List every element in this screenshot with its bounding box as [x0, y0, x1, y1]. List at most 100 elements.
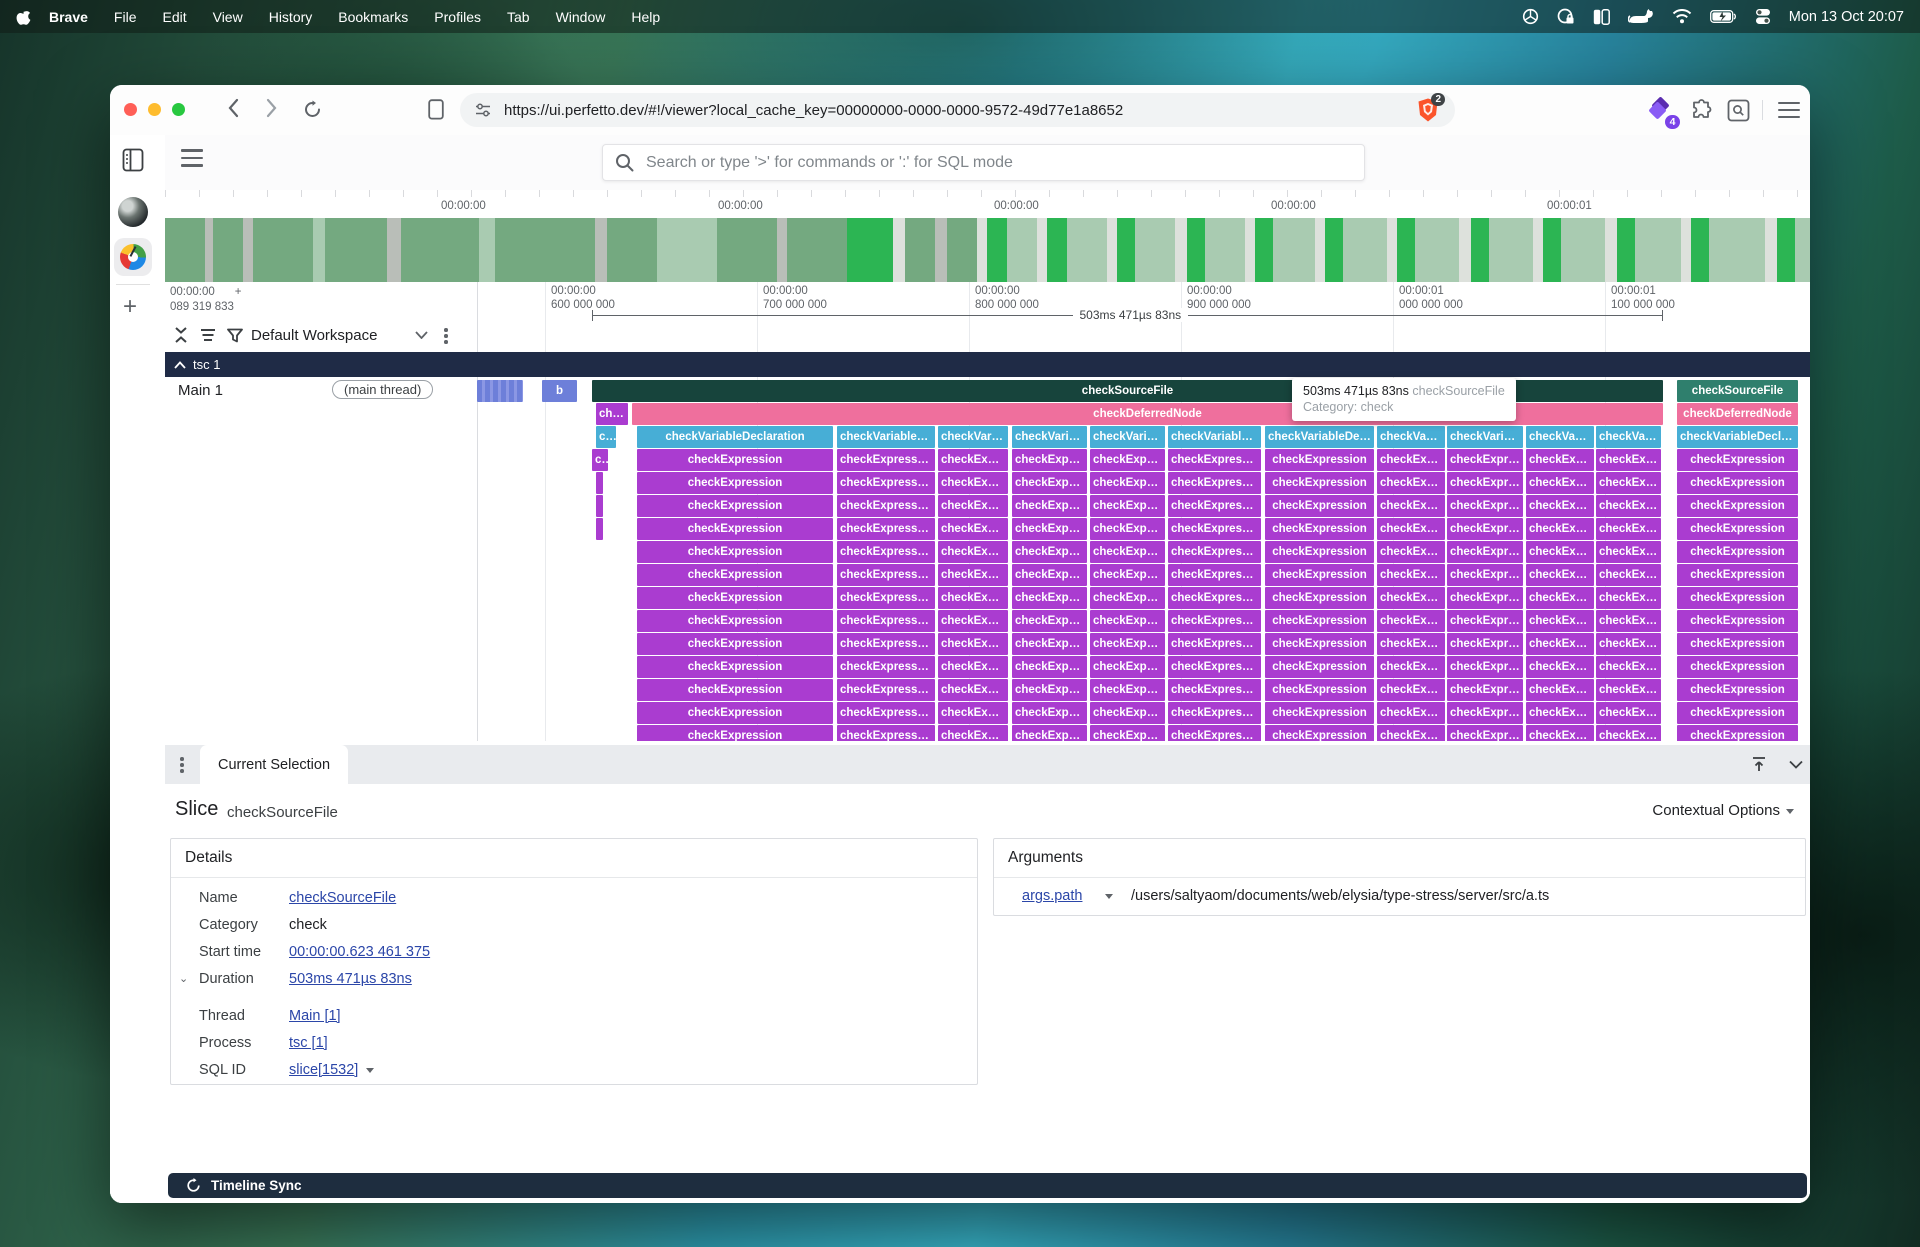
contextual-options-button[interactable]: Contextual Options	[1652, 802, 1794, 819]
flame-slice[interactable]: checkExpression	[1677, 725, 1798, 741]
tab-current-selection[interactable]: Current Selection	[200, 745, 348, 784]
menu-item-file[interactable]: File	[114, 9, 137, 25]
workspace-selector[interactable]: Default Workspace	[251, 327, 377, 344]
extensions-puzzle-icon[interactable]	[1690, 99, 1713, 122]
flame-slice[interactable]: checkExpression	[637, 472, 833, 494]
url-bar[interactable]: https://ui.perfetto.dev/#!/viewer?local_…	[460, 93, 1455, 127]
flame-slice[interactable]: checkExpression	[1526, 702, 1594, 724]
flame-slice[interactable]: checkExpression	[938, 495, 1008, 517]
flame-slice[interactable]: checkExpression	[1265, 472, 1374, 494]
menu-item-help[interactable]: Help	[631, 9, 660, 25]
menu-item-profiles[interactable]: Profiles	[434, 9, 481, 25]
collapse-all-icon[interactable]	[173, 326, 189, 344]
flame-slice[interactable]: checkExpression	[1265, 656, 1374, 678]
menu-item-bookmarks[interactable]: Bookmarks	[338, 9, 408, 25]
flame-slice[interactable]: checkExpression	[1090, 449, 1165, 471]
flame-slice[interactable]: checkExpression	[1677, 564, 1798, 586]
flame-slice[interactable]: checkExpression	[1447, 679, 1523, 701]
flame-slice[interactable]: checkExpression	[1012, 495, 1087, 517]
flame-slice[interactable]: checkExpression	[637, 495, 833, 517]
traffic-light-zoom[interactable]	[172, 103, 185, 116]
flame-slice[interactable]: checkExpression	[938, 518, 1008, 540]
flame-slice[interactable]: checkExpression	[1168, 610, 1261, 632]
flame-slice[interactable]: checkExpression	[1447, 449, 1523, 471]
flame-slice[interactable]: checkExpression	[837, 518, 935, 540]
flame-slice[interactable]: checkExpression	[1377, 702, 1445, 724]
apple-logo-icon[interactable]	[16, 8, 31, 26]
flame-slice[interactable]: checkExpression	[1090, 587, 1165, 609]
reload-button[interactable]	[303, 100, 322, 119]
flame-slice[interactable]: checkExpression	[1377, 449, 1445, 471]
flame-slice[interactable]	[596, 518, 603, 540]
flame-slice[interactable]: checkExpression	[1677, 449, 1798, 471]
flame-slice[interactable]: checkExpression	[1596, 679, 1661, 701]
overview-minimap[interactable]	[165, 218, 1810, 282]
flame-slice[interactable]: checkExpression	[1377, 587, 1445, 609]
site-settings-icon[interactable]	[474, 101, 492, 119]
flame-slice[interactable]: checkExpression	[837, 495, 935, 517]
flame-slice[interactable]: checkExpression	[1090, 518, 1165, 540]
flame-slice[interactable]: checkExpression	[1447, 518, 1523, 540]
flame-slice[interactable]: checkExpression	[1677, 587, 1798, 609]
flame-slice[interactable]: checkExpression	[637, 679, 833, 701]
flame-slice[interactable]: checkExpression	[1596, 610, 1661, 632]
flame-slice[interactable]: checkExpression	[1447, 564, 1523, 586]
details-value[interactable]: 00:00:00.623 461 375	[289, 941, 430, 963]
track-list-icon[interactable]	[199, 328, 217, 342]
flame-chart[interactable]: bcheckSourceFilecheckSourceFilecheckDefe…	[165, 377, 1810, 741]
flame-slice[interactable]: checkExpression	[637, 449, 833, 471]
flame-slice[interactable]: checkExpression	[1012, 656, 1087, 678]
flame-slice[interactable]: checkVariableDeclaration	[837, 426, 935, 448]
flame-slice[interactable]: checkExpression	[1265, 702, 1374, 724]
flame-slice[interactable]: checkExpression	[837, 633, 935, 655]
flame-slice[interactable]: checkExpression	[1090, 702, 1165, 724]
flame-slice[interactable]: checkExpression	[1012, 610, 1087, 632]
flame-slice[interactable]: checkExpression	[1447, 495, 1523, 517]
flame-slice[interactable]: checkExpression	[1596, 633, 1661, 655]
flame-slice[interactable]: checkExpression	[1447, 587, 1523, 609]
flame-slice[interactable]: checkExpression	[837, 725, 935, 741]
flame-slice[interactable]: checkExpression	[637, 587, 833, 609]
flame-slice[interactable]: checkExpression	[1265, 633, 1374, 655]
flame-slice[interactable]: checkExpression	[1012, 633, 1087, 655]
omnibox[interactable]	[602, 144, 1365, 181]
flame-slice[interactable]: checkExpression	[637, 518, 833, 540]
flame-slice[interactable]: checkDeferredNode	[1677, 403, 1798, 425]
details-value[interactable]: Main [1]	[289, 1005, 341, 1027]
flame-slice[interactable]: checkExpression	[1090, 541, 1165, 563]
flame-slice[interactable]: checkExpression	[1596, 518, 1661, 540]
flame-slice[interactable]: checkExpression	[1526, 610, 1594, 632]
flame-slice[interactable]: checkExpression	[938, 702, 1008, 724]
flame-slice[interactable]: checkExpression	[1012, 472, 1087, 494]
flame-slice[interactable]: checkExpression	[1677, 702, 1798, 724]
flame-slice[interactable]: checkExpression	[637, 564, 833, 586]
sql-id-caret[interactable]	[366, 1068, 374, 1073]
flame-slice[interactable]: checkExpression	[1377, 495, 1445, 517]
flame-slice[interactable]: checkExpression	[1677, 518, 1798, 540]
flame-slice[interactable]: checkVariableDeclaration	[1377, 426, 1445, 448]
flame-slice[interactable]: checkExpression	[837, 656, 935, 678]
flame-slice[interactable]: checkExpression	[1377, 564, 1445, 586]
flame-slice[interactable]: checkExpression	[1168, 725, 1261, 741]
menu-item-edit[interactable]: Edit	[162, 9, 186, 25]
flame-slice[interactable]: checkExpression	[637, 656, 833, 678]
flame-slice[interactable]: checkExpression	[1168, 495, 1261, 517]
flame-slice[interactable]: checkExpression	[596, 403, 628, 425]
flame-slice[interactable]: checkExpression	[1447, 633, 1523, 655]
flame-slice[interactable]: checkVariableDeclaration	[1090, 426, 1165, 448]
flame-slice[interactable]: checkExpression	[1526, 495, 1594, 517]
flame-slice[interactable]: checkExpression	[1596, 725, 1661, 741]
flame-slice[interactable]: checkExpression	[1596, 702, 1661, 724]
timeline-sync-bar[interactable]: Timeline Sync	[168, 1173, 1807, 1198]
flame-slice[interactable]: checkExpression	[1377, 656, 1445, 678]
chevron-down-icon[interactable]	[415, 331, 428, 339]
perfetto-logo-button[interactable]	[114, 238, 152, 276]
traffic-light-close[interactable]	[124, 103, 137, 116]
flame-slice[interactable]: checkExpression	[1090, 610, 1165, 632]
flame-slice[interactable]: checkExpression	[1677, 633, 1798, 655]
flame-slice[interactable]: checkExpression	[1090, 656, 1165, 678]
flame-slice[interactable]: checkExpression	[1447, 472, 1523, 494]
flame-slice[interactable]: checkVariableDeclaration	[637, 426, 833, 448]
details-value[interactable]: tsc [1]	[289, 1032, 328, 1054]
flame-slice[interactable]: checkExpression	[1596, 472, 1661, 494]
